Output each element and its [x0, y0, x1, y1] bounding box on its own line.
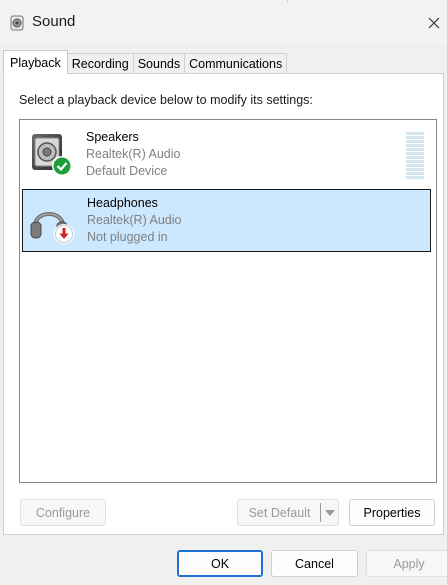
device-status: Default Device: [86, 164, 168, 178]
set-default-button[interactable]: Set Default: [237, 499, 321, 526]
chevron-down-icon: [324, 509, 335, 516]
close-icon: [428, 17, 440, 29]
volume-level-meter: [406, 132, 424, 179]
cancel-button[interactable]: Cancel: [271, 550, 358, 577]
properties-button[interactable]: Properties: [349, 499, 435, 526]
device-status: Not plugged in: [87, 230, 168, 244]
device-speakers[interactable]: Speakers Realtek(R) Audio Default Device: [22, 124, 431, 187]
tab-sounds[interactable]: Sounds: [132, 53, 186, 74]
tab-communications[interactable]: Communications: [184, 53, 288, 74]
device-headphones[interactable]: Headphones Realtek(R) Audio Not plugged …: [22, 189, 431, 252]
red-down-arrow-icon: [54, 224, 74, 244]
device-driver: Realtek(R) Audio: [86, 147, 181, 161]
device-speakers-text: Speakers Realtek(R) Audio Default Device: [86, 129, 181, 180]
device-list[interactable]: Speakers Realtek(R) Audio Default Device: [19, 119, 437, 483]
tab-playback[interactable]: Playback: [3, 50, 68, 74]
green-check-icon: [52, 156, 72, 176]
speaker-icon: [32, 134, 72, 176]
speaker-app-icon: [10, 15, 24, 31]
title-bar: Sound: [0, 0, 447, 44]
title-divider: [287, 0, 288, 3]
set-default-dropdown[interactable]: [321, 499, 339, 526]
window-title: Sound: [32, 13, 76, 30]
tab-recording[interactable]: Recording: [66, 53, 134, 74]
device-driver: Realtek(R) Audio: [87, 213, 182, 227]
ok-button[interactable]: OK: [177, 550, 263, 577]
tab-strip: Playback Recording Sounds Communications: [3, 50, 288, 74]
instruction-text: Select a playback device below to modify…: [19, 93, 313, 107]
device-name: Headphones: [87, 196, 158, 210]
close-button[interactable]: [421, 8, 447, 38]
headphones-icon: [30, 212, 74, 244]
device-headphones-text: Headphones Realtek(R) Audio Not plugged …: [87, 195, 182, 246]
playback-panel: Select a playback device below to modify…: [3, 73, 444, 535]
apply-button[interactable]: Apply: [366, 550, 447, 577]
device-name: Speakers: [86, 130, 139, 144]
configure-button[interactable]: Configure: [20, 499, 106, 526]
